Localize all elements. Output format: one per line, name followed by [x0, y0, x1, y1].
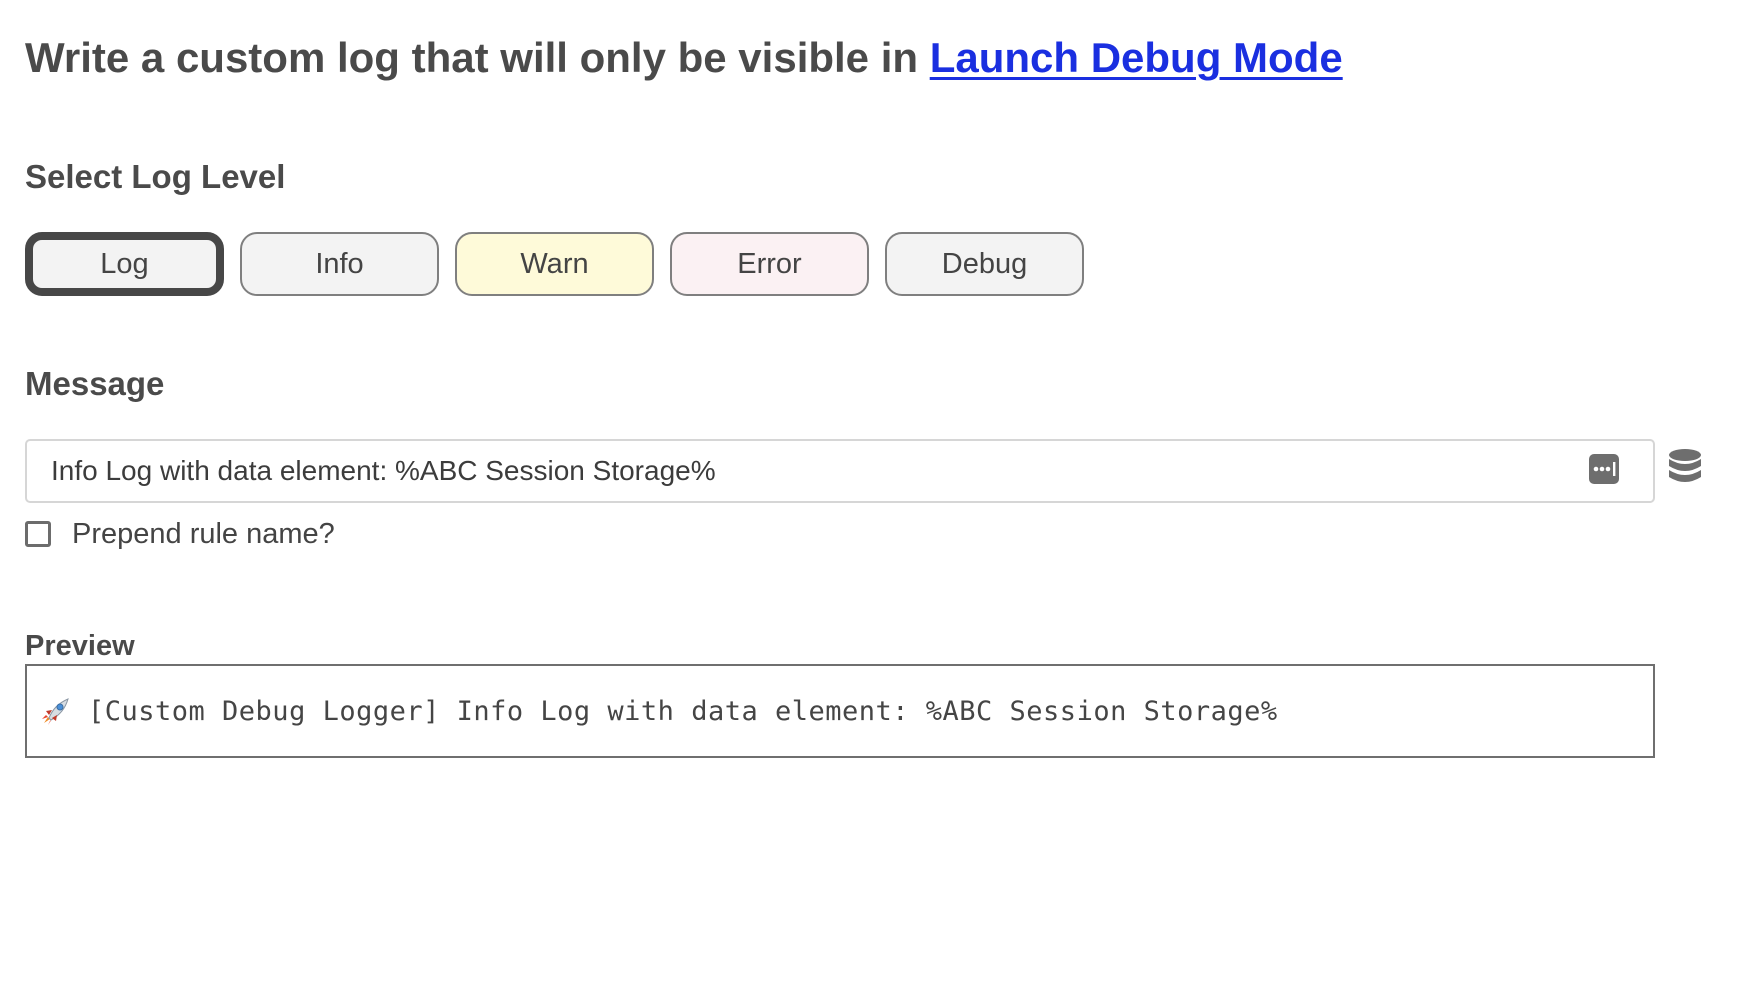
preview-box: [Custom Debug Logger] Info Log with data…: [25, 664, 1655, 758]
message-field: [25, 439, 1655, 503]
launch-debug-mode-link[interactable]: Launch Debug Mode: [930, 34, 1343, 81]
database-icon[interactable]: [1667, 448, 1703, 488]
preview-heading: Preview: [25, 630, 135, 662]
log-level-debug-button[interactable]: Debug: [885, 232, 1084, 296]
rocket-icon: [40, 695, 72, 727]
log-level-warn-button[interactable]: Warn: [455, 232, 654, 296]
log-level-heading: Select Log Level: [25, 158, 286, 195]
more-dots-icon[interactable]: [1589, 454, 1619, 484]
custom-log-page: Write a custom log that will only be vis…: [0, 0, 1746, 1002]
message-heading: Message: [25, 365, 165, 402]
page-title: Write a custom log that will only be vis…: [25, 30, 1343, 86]
prepend-rule-name-checkbox[interactable]: [25, 521, 51, 547]
page-title-text: Write a custom log that will only be vis…: [25, 34, 930, 81]
message-input[interactable]: [27, 441, 1567, 501]
preview-text: [Custom Debug Logger] Info Log with data…: [88, 695, 1278, 727]
log-level-info-button[interactable]: Info: [240, 232, 439, 296]
prepend-rule-name-row: Prepend rule name?: [25, 517, 335, 551]
prepend-rule-name-label[interactable]: Prepend rule name?: [72, 518, 335, 551]
log-level-error-button[interactable]: Error: [670, 232, 869, 296]
log-level-log-button[interactable]: Log: [25, 232, 224, 296]
